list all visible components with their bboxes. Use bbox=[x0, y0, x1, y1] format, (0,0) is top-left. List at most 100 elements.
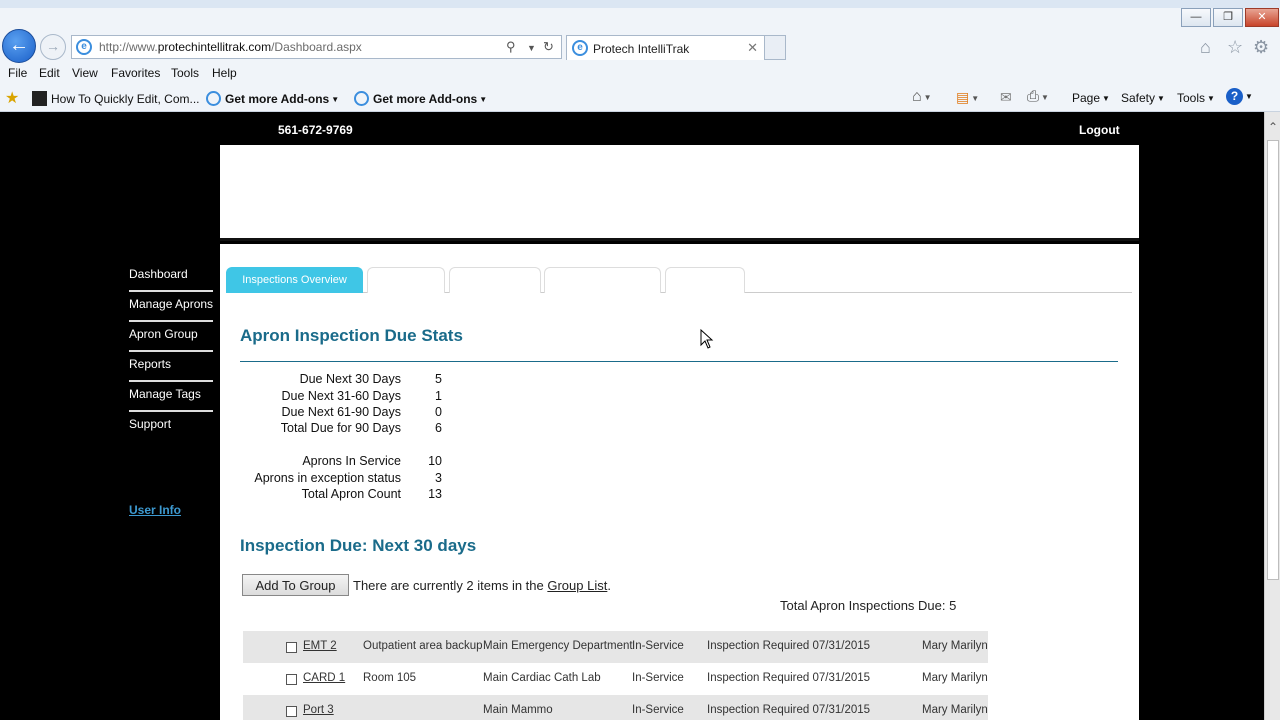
content-tabs: Inspections Overview bbox=[226, 267, 1132, 293]
ie-icon bbox=[354, 91, 369, 106]
logout-link[interactable]: Logout bbox=[1079, 123, 1120, 137]
favorites-star-icon[interactable]: ☆ bbox=[1227, 37, 1243, 58]
apron-name-link[interactable]: CARD 1 bbox=[303, 672, 345, 684]
page-menu[interactable]: Page ▼ bbox=[1072, 91, 1110, 105]
apron-name-link[interactable]: EMT 2 bbox=[303, 640, 337, 652]
apron-person: Mary Marilyn bbox=[922, 640, 988, 652]
menu-tools[interactable]: Tools bbox=[171, 66, 199, 80]
vertical-scrollbar[interactable]: ⌃ bbox=[1264, 112, 1280, 720]
print-icon[interactable]: ⎙ ▼ bbox=[1027, 88, 1049, 105]
tab-page-icon: e bbox=[572, 40, 588, 56]
address-url[interactable]: http://www.protechintellitrak.com/Dashbo… bbox=[99, 40, 362, 54]
scroll-up-icon[interactable]: ⌃ bbox=[1265, 120, 1280, 134]
apron-department: Main Mammo bbox=[483, 704, 553, 716]
apron-inspection: Inspection Required 07/31/2015 bbox=[707, 704, 871, 716]
menu-help[interactable]: Help bbox=[212, 66, 237, 80]
address-dropdown-icon[interactable]: ▼ bbox=[527, 43, 536, 53]
browser-chrome: — ❐ ✕ ← → e http://www.protechintellitra… bbox=[0, 0, 1280, 112]
nav-apron-group[interactable]: Apron Group bbox=[129, 322, 213, 352]
favorite-addons-2[interactable]: Get more Add-ons ▼ bbox=[354, 91, 487, 106]
nav-manage-tags[interactable]: Manage Tags bbox=[129, 382, 213, 412]
new-tab-button[interactable] bbox=[765, 35, 786, 60]
feeds-icon[interactable]: ▤ ▼ bbox=[956, 89, 979, 106]
ie-icon bbox=[206, 91, 221, 106]
close-window-button[interactable]: ✕ bbox=[1245, 8, 1279, 27]
stat-value: 3 bbox=[435, 471, 442, 485]
apron-person: Mary Marilyn bbox=[922, 672, 988, 684]
main-content: Inspections Overview Apron Inspection Du… bbox=[220, 244, 1139, 720]
apron-location: Outpatient area backup bbox=[363, 640, 483, 652]
stat-value: 6 bbox=[435, 421, 442, 435]
tab-inspections-overview[interactable]: Inspections Overview bbox=[226, 267, 363, 293]
tab-3[interactable] bbox=[449, 267, 541, 293]
phone-number: 561-672-9769 bbox=[278, 123, 353, 137]
total-inspections-due: Total Apron Inspections Due: 5 bbox=[780, 598, 957, 613]
group-message: There are currently 2 items in the Group… bbox=[353, 578, 611, 593]
row-checkbox[interactable] bbox=[286, 674, 297, 685]
stat-label: Total Apron Count bbox=[301, 487, 401, 501]
stat-label: Aprons In Service bbox=[302, 454, 401, 468]
browser-tab[interactable]: e Protech IntelliTrak ✕ bbox=[566, 35, 765, 60]
table-row[interactable]: Port 3 Main Mammo In-Service Inspection … bbox=[243, 695, 988, 720]
close-tab-icon[interactable]: ✕ bbox=[747, 40, 758, 56]
back-button[interactable]: ← bbox=[2, 29, 36, 63]
stats-divider bbox=[240, 361, 1118, 362]
apron-name-link[interactable]: Port 3 bbox=[303, 704, 334, 716]
apron-inspection: Inspection Required 07/31/2015 bbox=[707, 640, 871, 652]
row-checkbox[interactable] bbox=[286, 706, 297, 717]
row-checkbox[interactable] bbox=[286, 642, 297, 653]
forward-button[interactable]: → bbox=[40, 34, 66, 60]
stat-value: 0 bbox=[435, 405, 442, 419]
nav-dashboard[interactable]: Dashboard bbox=[129, 262, 213, 292]
home-cmd-icon[interactable]: ⌂ ▼ bbox=[912, 88, 932, 106]
stat-value: 1 bbox=[435, 389, 442, 403]
nav-support[interactable]: Support bbox=[129, 412, 213, 442]
nav-manage-aprons[interactable]: Manage Aprons bbox=[129, 292, 213, 322]
apron-inspection: Inspection Required 07/31/2015 bbox=[707, 672, 871, 684]
address-bar[interactable]: e http://www.protechintellitrak.com/Dash… bbox=[71, 35, 562, 59]
tools-menu[interactable]: Tools ▼ bbox=[1177, 91, 1215, 105]
restore-button[interactable]: ❐ bbox=[1213, 8, 1243, 27]
apron-person: Mary Marilyn bbox=[922, 704, 988, 716]
add-to-group-button[interactable]: Add To Group bbox=[242, 574, 349, 596]
favorite-addons-1[interactable]: Get more Add-ons ▼ bbox=[206, 91, 339, 106]
title-bar bbox=[0, 0, 1280, 8]
back-arrow-icon: ← bbox=[9, 34, 29, 56]
inspection-grid: EMT 2 Outpatient area backup Main Emerge… bbox=[243, 631, 988, 720]
header-banner bbox=[220, 145, 1139, 241]
tab-5[interactable] bbox=[665, 267, 745, 293]
favorites-bar: ★ How To Quickly Edit, Com... Get more A… bbox=[0, 86, 1280, 110]
stat-label: Total Due for 90 Days bbox=[280, 421, 401, 435]
ie-page-icon: e bbox=[76, 39, 92, 55]
menu-favorites[interactable]: Favorites bbox=[111, 66, 160, 80]
stat-label: Due Next 31-60 Days bbox=[281, 389, 401, 403]
menu-view[interactable]: View bbox=[72, 66, 98, 80]
mail-icon[interactable]: ✉ bbox=[1000, 89, 1012, 106]
tab-4[interactable] bbox=[544, 267, 661, 293]
table-row[interactable]: EMT 2 Outpatient area backup Main Emerge… bbox=[243, 631, 988, 663]
safety-menu[interactable]: Safety ▼ bbox=[1121, 91, 1165, 105]
home-icon[interactable]: ⌂ bbox=[1200, 37, 1211, 58]
dropdown-arrow-icon: ▼ bbox=[331, 95, 340, 104]
stat-value: 5 bbox=[435, 372, 442, 386]
minimize-button[interactable]: — bbox=[1181, 8, 1211, 27]
user-info-link[interactable]: User Info bbox=[129, 503, 181, 517]
menu-bar: File Edit View Favorites Tools Help bbox=[0, 63, 1280, 83]
tab-2[interactable] bbox=[367, 267, 445, 293]
menu-edit[interactable]: Edit bbox=[39, 66, 60, 80]
gear-icon[interactable]: ⚙ bbox=[1253, 37, 1269, 58]
table-row[interactable]: CARD 1 Room 105 Main Cardiac Cath Lab In… bbox=[243, 663, 988, 695]
side-navigation: Dashboard Manage Aprons Apron Group Repo… bbox=[129, 262, 213, 442]
scroll-thumb[interactable] bbox=[1267, 140, 1279, 580]
search-icon[interactable]: ⚲ bbox=[506, 39, 516, 55]
dropdown-arrow-icon: ▼ bbox=[1102, 94, 1110, 103]
refresh-icon[interactable]: ↻ bbox=[543, 39, 554, 55]
apron-location: Room 105 bbox=[363, 672, 417, 684]
nav-reports[interactable]: Reports bbox=[129, 352, 213, 382]
favorite-link-1[interactable]: How To Quickly Edit, Com... bbox=[32, 91, 200, 106]
favorites-icon[interactable]: ★ bbox=[5, 88, 19, 108]
help-menu[interactable]: ? ▼ bbox=[1226, 88, 1253, 105]
menu-file[interactable]: File bbox=[8, 66, 27, 80]
browser-tab-strip: e Protech IntelliTrak ✕ bbox=[566, 35, 786, 60]
group-list-link[interactable]: Group List bbox=[547, 578, 607, 593]
